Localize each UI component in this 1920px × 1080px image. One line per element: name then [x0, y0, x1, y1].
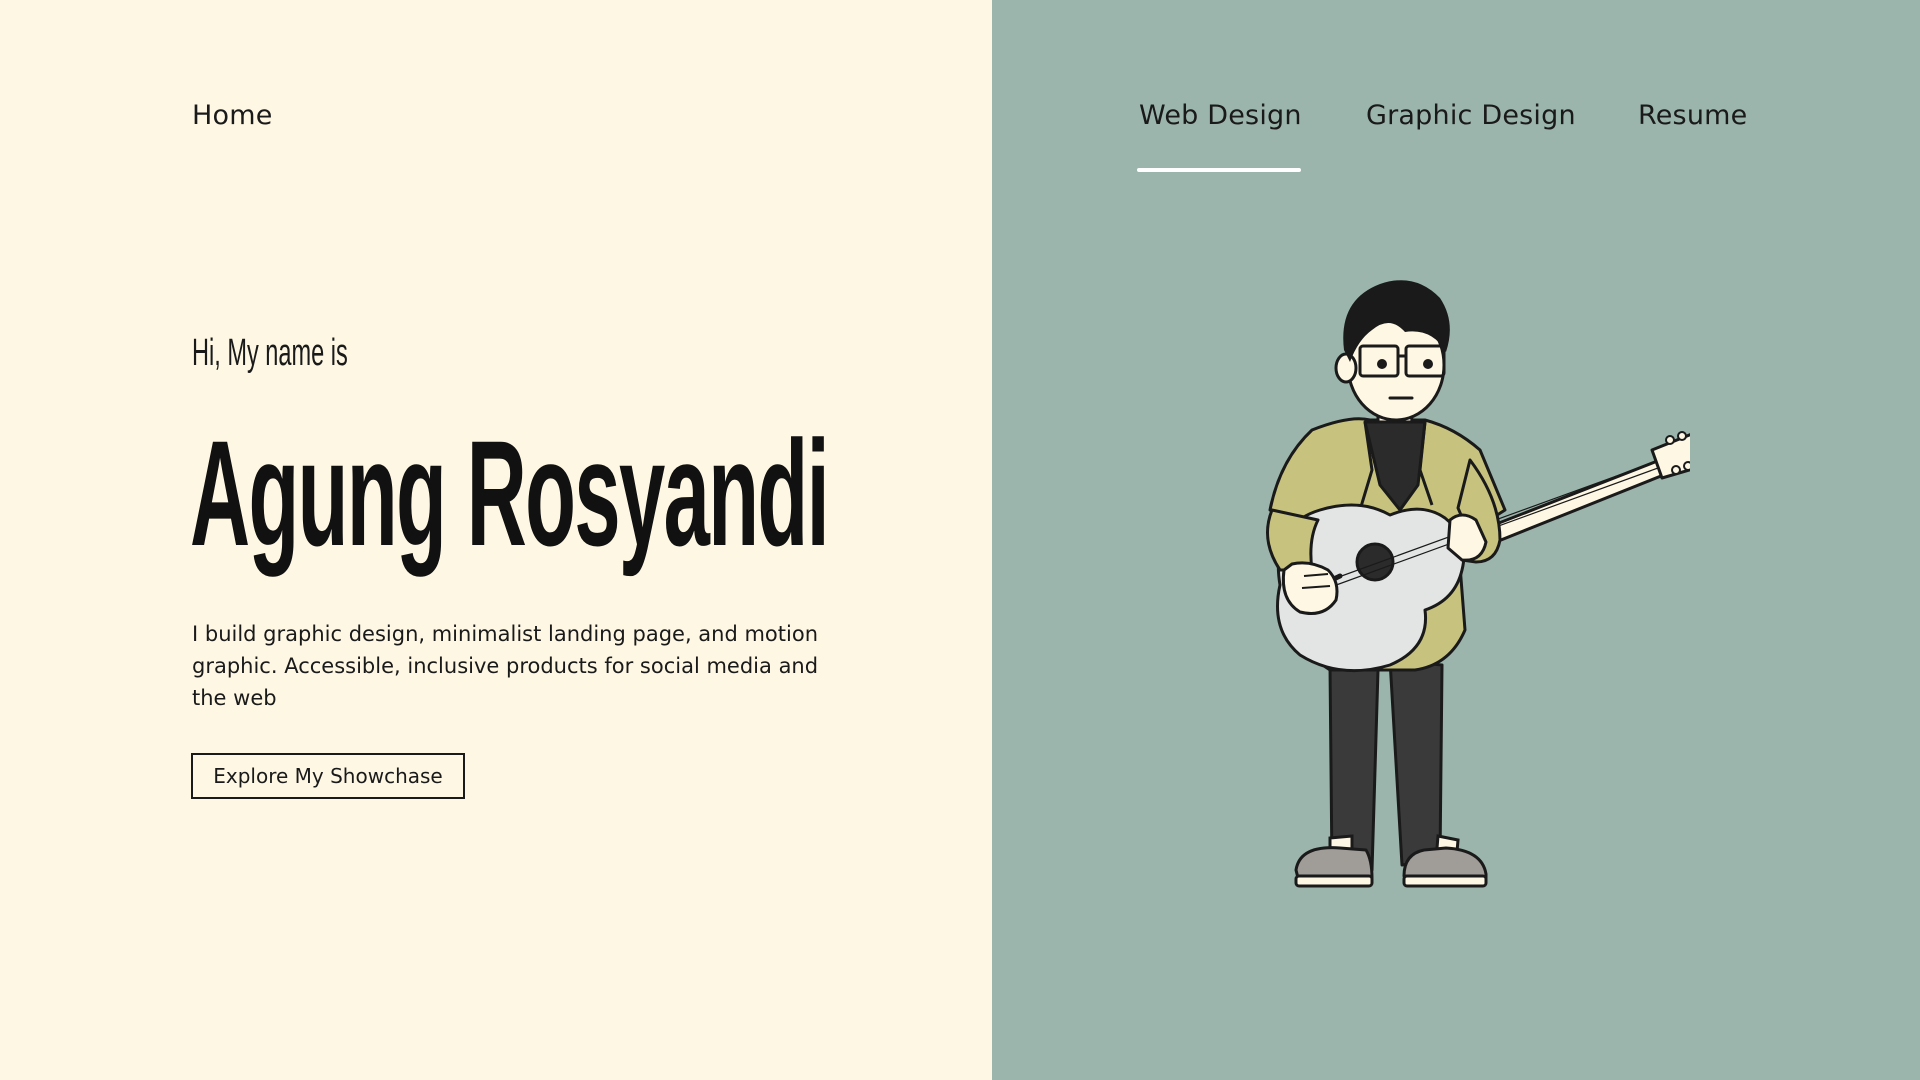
- hero-description: I build graphic design, minimalist landi…: [192, 622, 819, 710]
- explore-showcase-button[interactable]: Explore My Showchase: [191, 753, 465, 799]
- hero-greeting: Hi, My name is: [192, 332, 348, 374]
- nav-graphic-design-link[interactable]: Graphic Design: [1366, 100, 1576, 131]
- nav-home-link[interactable]: Home: [192, 100, 273, 131]
- hero-name: Agung Rosyandi: [190, 409, 830, 577]
- active-tab-underline: [1137, 168, 1301, 172]
- nav-resume-link[interactable]: Resume: [1638, 100, 1747, 131]
- nav-web-design-link[interactable]: Web Design: [1139, 100, 1302, 131]
- guitar-player-illustration: [1266, 280, 1690, 888]
